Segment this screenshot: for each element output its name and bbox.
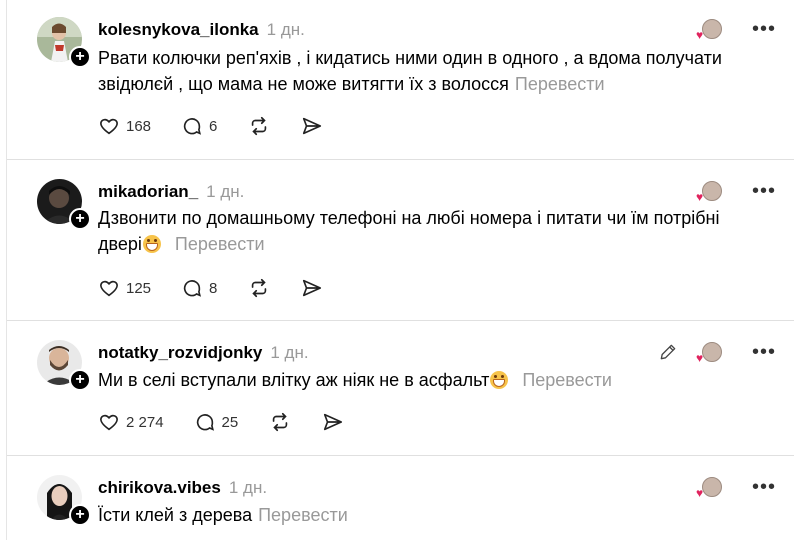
timestamp[interactable]: 1 дн. — [229, 478, 267, 497]
post-right-icons: ♥ ••• — [696, 475, 776, 499]
avatar[interactable]: + — [37, 340, 91, 391]
post: + notatky_rozvidjonky 1 дн. ♥ ••• Ми в се… — [7, 340, 794, 450]
post-header: notatky_rozvidjonky 1 дн. — [98, 343, 309, 365]
repost-button[interactable] — [247, 277, 271, 299]
more-icon[interactable]: ••• — [752, 19, 776, 39]
post-divider — [7, 455, 794, 456]
avatar[interactable]: + — [37, 179, 91, 230]
translate-link[interactable]: Перевести — [258, 505, 348, 525]
like-count: 2 274 — [126, 413, 164, 431]
like-button[interactable]: 168 — [98, 115, 151, 137]
action-bar: 168 6 — [98, 113, 353, 139]
share-button[interactable] — [301, 115, 323, 137]
timestamp[interactable]: 1 дн. — [267, 20, 305, 39]
follow-plus-icon[interactable]: + — [69, 369, 91, 391]
post-text: Рвати колючки реп'яхів , і кидатись ними… — [98, 45, 758, 97]
post-text-line: двері — [98, 234, 142, 254]
timestamp[interactable]: 1 дн. — [270, 343, 308, 362]
reply-count: 8 — [209, 279, 218, 297]
heart-icon: ♥ — [695, 190, 704, 204]
reply-icon — [183, 118, 202, 135]
like-count: 168 — [126, 117, 152, 135]
liked-by-avatar[interactable]: ♥ — [696, 19, 722, 41]
more-icon[interactable]: ••• — [752, 181, 776, 201]
repost-icon — [252, 116, 267, 136]
post-text-line: Дзвонити по домашньому телефоні на любі … — [98, 208, 720, 228]
action-bar: 2 274 25 — [98, 409, 374, 435]
grinning-emoji-icon — [490, 371, 509, 389]
post-text-line: Рвати колючки реп'яхів , і кидатись ними… — [98, 48, 722, 68]
post: + kolesnykova_ilonka 1 дн. ♥ ••• Рвати ко… — [7, 17, 794, 147]
grinning-emoji-icon — [142, 235, 161, 253]
username[interactable]: chirikova.vibes — [98, 478, 221, 497]
heart-icon: ♥ — [695, 486, 704, 500]
heart-outline-icon — [100, 280, 118, 297]
post-right-icons: ♥ ••• — [658, 340, 776, 364]
liked-by-avatar[interactable]: ♥ — [696, 342, 722, 364]
post-right-icons: ♥ ••• — [696, 179, 776, 203]
pencil-icon[interactable] — [658, 342, 678, 362]
repost-button[interactable] — [247, 115, 271, 137]
repost-icon — [272, 412, 288, 432]
send-icon — [324, 413, 343, 431]
post-text-line: Ми в селі вступали влітку аж ніяк не в а… — [98, 370, 490, 390]
like-button[interactable]: 2 274 — [98, 411, 164, 433]
heart-outline-icon — [100, 414, 118, 431]
post-text: Ми в селі вступали влітку аж ніяк не в а… — [98, 367, 758, 393]
liked-by-avatar[interactable]: ♥ — [696, 477, 722, 499]
post-divider — [7, 320, 794, 321]
post-right-icons: ♥ ••• — [696, 17, 776, 41]
share-button[interactable] — [322, 411, 344, 433]
reply-button[interactable]: 25 — [194, 411, 239, 433]
post-text: Їсти клей з дерева Перевести — [98, 502, 758, 528]
post-text-line: Їсти клей з дерева — [98, 505, 253, 525]
repost-button[interactable] — [268, 411, 292, 433]
reply-button[interactable]: 8 — [181, 277, 217, 299]
follow-plus-icon[interactable]: + — [69, 208, 91, 230]
translate-link[interactable]: Перевести — [522, 370, 612, 390]
timestamp[interactable]: 1 дн. — [206, 182, 244, 201]
share-button[interactable] — [301, 277, 323, 299]
post-divider — [7, 159, 794, 160]
translate-link[interactable]: Перевести — [175, 234, 265, 254]
post-text: Дзвонити по домашньому телефоні на любі … — [98, 205, 758, 257]
follow-plus-icon[interactable]: + — [69, 504, 91, 526]
like-button[interactable]: 125 — [98, 277, 151, 299]
username[interactable]: notatky_rozvidjonky — [98, 343, 262, 362]
heart-icon: ♥ — [695, 28, 704, 42]
send-icon — [303, 279, 322, 297]
reply-count: 6 — [209, 117, 218, 135]
liked-by-avatar[interactable]: ♥ — [696, 181, 722, 203]
more-icon[interactable]: ••• — [752, 477, 776, 497]
post: + chirikova.vibes 1 дн. ♥ ••• Їсти клей з… — [7, 475, 794, 540]
post: + mikadorian_ 1 дн. ♥ ••• Дзвонити по дом… — [7, 179, 794, 309]
reply-icon — [196, 414, 214, 431]
repost-icon — [252, 278, 267, 298]
username[interactable]: kolesnykova_ilonka — [98, 20, 259, 39]
avatar[interactable]: + — [37, 17, 91, 68]
more-icon[interactable]: ••• — [752, 342, 776, 362]
action-bar: 125 8 — [98, 275, 353, 301]
post-header: kolesnykova_ilonka 1 дн. — [98, 20, 305, 42]
reply-button[interactable]: 6 — [181, 115, 217, 137]
avatar[interactable]: + — [37, 475, 91, 526]
reply-icon — [183, 280, 202, 297]
username[interactable]: mikadorian_ — [98, 182, 198, 201]
send-icon — [303, 117, 322, 135]
heart-outline-icon — [100, 118, 118, 135]
like-count: 125 — [126, 279, 152, 297]
post-header: chirikova.vibes 1 дн. — [98, 478, 267, 500]
reply-count: 25 — [221, 413, 239, 431]
heart-icon: ♥ — [695, 351, 704, 365]
post-header: mikadorian_ 1 дн. — [98, 182, 244, 204]
translate-link[interactable]: Перевести — [515, 74, 605, 94]
post-text-line: звідюлєй , що мама не може витягти їх з … — [98, 74, 509, 94]
follow-plus-icon[interactable]: + — [69, 46, 91, 68]
